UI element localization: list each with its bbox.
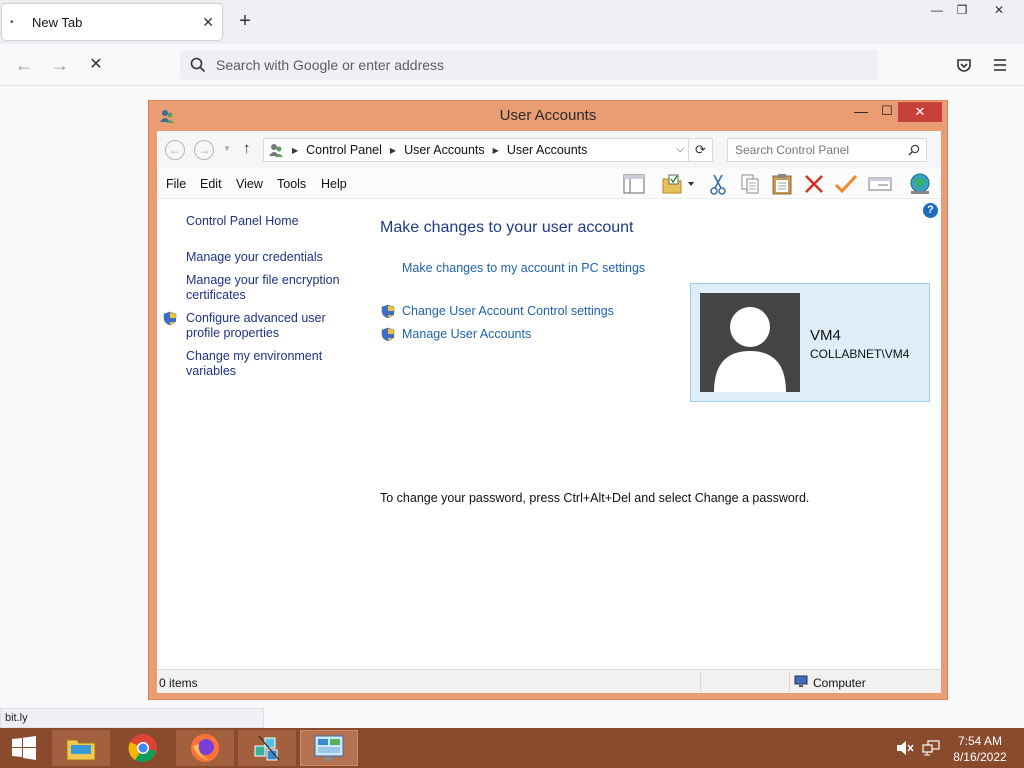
properties-icon[interactable] bbox=[867, 172, 893, 196]
address-bar[interactable]: ▶ Control Panel ▶ User Accounts ▶ User A… bbox=[263, 138, 689, 162]
menu-edit[interactable]: Edit bbox=[200, 177, 222, 191]
search-control-panel-box[interactable] bbox=[727, 138, 927, 162]
item-count: 0 items bbox=[159, 676, 198, 690]
address-dropdown-icon[interactable]: ⌵ bbox=[676, 144, 684, 155]
status-divider bbox=[789, 672, 790, 692]
windows-taskbar: 7:54 AM 8/16/2022 bbox=[0, 728, 1024, 768]
recent-locations-chevron-icon[interactable]: ▼ bbox=[223, 144, 231, 153]
cut-icon[interactable] bbox=[705, 172, 731, 196]
paste-icon[interactable] bbox=[769, 172, 795, 196]
search-control-panel-input[interactable] bbox=[728, 139, 898, 161]
browser-tab-new-tab[interactable]: • New Tab ✕ bbox=[2, 4, 222, 40]
control-panel-taskbar-icon[interactable] bbox=[300, 730, 358, 766]
forward-button[interactable]: → bbox=[48, 53, 72, 77]
network-icon[interactable] bbox=[922, 740, 940, 756]
breadcrumb-control-panel[interactable]: Control Panel bbox=[306, 143, 382, 157]
breadcrumb-separator-icon[interactable]: ▶ bbox=[390, 146, 396, 155]
user-accounts-window: User Accounts — ☐ ✕ ← → ▼ ↑ ▶ Control Pa… bbox=[148, 100, 948, 700]
browser-restore-button[interactable]: ❐ bbox=[947, 0, 977, 22]
uac-shield-icon bbox=[381, 304, 395, 319]
tasks-pane: Control Panel Home Manage your credentia… bbox=[157, 199, 367, 669]
firefox-taskbar-icon[interactable] bbox=[176, 730, 234, 766]
control-panel-home-link[interactable]: Control Panel Home bbox=[186, 214, 356, 229]
chrome-taskbar-icon[interactable] bbox=[114, 730, 172, 766]
window-status-bar: 0 items Computer bbox=[157, 669, 941, 693]
user-name: VM4 bbox=[810, 327, 841, 344]
tab-title: New Tab bbox=[32, 14, 83, 30]
url-input[interactable] bbox=[216, 57, 816, 73]
folder-options-icon[interactable] bbox=[659, 172, 699, 196]
checkmark-icon[interactable] bbox=[833, 172, 859, 196]
window-client-area: ← → ▼ ↑ ▶ Control Panel ▶ User Accounts … bbox=[157, 131, 941, 693]
window-title: User Accounts bbox=[499, 107, 597, 124]
browser-close-button[interactable]: ✕ bbox=[984, 0, 1014, 22]
explorer-forward-button[interactable]: → bbox=[194, 140, 214, 160]
computer-icon bbox=[794, 675, 808, 688]
network-globe-icon[interactable] bbox=[907, 172, 933, 196]
password-note: To change your password, press Ctrl+Alt+… bbox=[380, 491, 810, 505]
window-close-button[interactable]: ✕ bbox=[898, 102, 942, 122]
up-one-level-button[interactable]: ↑ bbox=[243, 140, 251, 157]
menu-tools[interactable]: Tools bbox=[277, 177, 306, 191]
loading-dot-icon: • bbox=[10, 16, 14, 28]
pocket-icon[interactable] bbox=[955, 56, 973, 74]
menu-file[interactable]: File bbox=[166, 177, 186, 191]
search-icon[interactable] bbox=[908, 144, 920, 156]
link-status-url: bit.ly bbox=[0, 708, 264, 728]
window-minimize-button[interactable]: — bbox=[849, 103, 873, 123]
refresh-button[interactable]: ⟳ bbox=[689, 138, 713, 162]
uac-shield-icon bbox=[381, 327, 395, 342]
explorer-back-button[interactable]: ← bbox=[165, 140, 185, 160]
user-domain: COLLABNET\VM4 bbox=[810, 347, 910, 361]
status-location: Computer bbox=[813, 676, 866, 690]
back-button[interactable]: ← bbox=[12, 53, 36, 77]
stop-loading-button[interactable]: ✕ bbox=[84, 53, 108, 77]
control-panel-icon bbox=[268, 142, 284, 158]
pc-settings-link[interactable]: Make changes to my account in PC setting… bbox=[402, 261, 645, 275]
file-explorer-taskbar-icon[interactable] bbox=[52, 730, 110, 766]
main-content-pane: Make changes to your user account Make c… bbox=[367, 199, 941, 669]
url-bar[interactable] bbox=[180, 50, 878, 80]
layout-icon[interactable] bbox=[621, 172, 647, 196]
page-heading: Make changes to your user account bbox=[380, 219, 634, 236]
breadcrumb-user-accounts[interactable]: User Accounts bbox=[404, 143, 485, 157]
change-uac-settings-link[interactable]: Change User Account Control settings bbox=[402, 304, 614, 318]
manage-user-accounts-link[interactable]: Manage User Accounts bbox=[402, 327, 531, 341]
start-button[interactable] bbox=[0, 730, 48, 766]
user-avatar bbox=[700, 293, 800, 392]
user-account-card[interactable]: VM4 COLLABNET\VM4 bbox=[690, 283, 930, 402]
manage-file-encryption-link[interactable]: Manage your file encryption certificates bbox=[186, 273, 356, 303]
taskbar-clock[interactable]: 7:54 AM 8/16/2022 bbox=[950, 733, 1010, 765]
clock-date: 8/16/2022 bbox=[953, 750, 1007, 764]
delete-icon[interactable] bbox=[801, 172, 827, 196]
explorer-address-row: ← → ▼ ↑ ▶ Control Panel ▶ User Accounts … bbox=[157, 131, 941, 169]
browser-tab-strip: • New Tab ✕ + — ❐ ✕ bbox=[0, 0, 1024, 44]
breadcrumb-separator-icon[interactable]: ▶ bbox=[292, 146, 298, 155]
hamburger-menu-icon[interactable] bbox=[991, 56, 1009, 74]
browser-navigation-bar: ← → ✕ bbox=[0, 44, 1024, 86]
configure-advanced-profile-link[interactable]: Configure advanced user profile properti… bbox=[186, 311, 356, 341]
change-environment-variables-link[interactable]: Change my environment variables bbox=[186, 349, 356, 379]
menu-toolbar-row: File Edit View Tools Help bbox=[157, 169, 941, 199]
clock-time: 7:54 AM bbox=[957, 734, 1003, 748]
help-icon[interactable]: ? bbox=[923, 203, 938, 218]
uac-shield-icon bbox=[163, 311, 177, 326]
tab-close-icon[interactable]: ✕ bbox=[202, 14, 214, 31]
search-icon bbox=[190, 57, 206, 73]
status-divider bbox=[700, 672, 701, 692]
manage-credentials-link[interactable]: Manage your credentials bbox=[186, 250, 356, 265]
volume-muted-icon[interactable] bbox=[896, 740, 914, 756]
menu-view[interactable]: View bbox=[236, 177, 263, 191]
window-title-bar[interactable]: User Accounts — ☐ ✕ bbox=[149, 101, 947, 131]
network-tool-taskbar-icon[interactable] bbox=[238, 730, 296, 766]
breadcrumb-separator-icon[interactable]: ▶ bbox=[493, 146, 499, 155]
copy-icon[interactable] bbox=[737, 172, 763, 196]
window-maximize-button[interactable]: ☐ bbox=[875, 103, 899, 123]
breadcrumb-user-accounts-current[interactable]: User Accounts bbox=[507, 143, 588, 157]
new-tab-button[interactable]: + bbox=[234, 10, 256, 32]
menu-help[interactable]: Help bbox=[321, 177, 347, 191]
